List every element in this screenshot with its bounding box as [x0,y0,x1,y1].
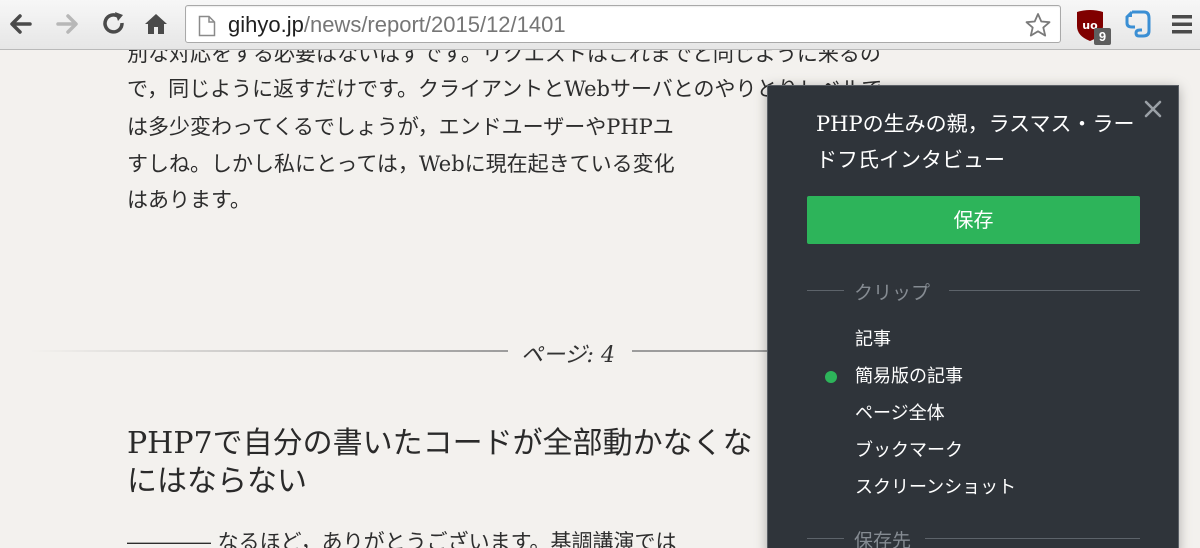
article-line: はあります。 [127,188,251,212]
article-line: すしね。しかし私にとっては，Webに現在起きている変化 [127,152,675,176]
bookmark-star-icon[interactable] [1024,12,1052,38]
page-number-label: ページ: 4 [521,343,615,368]
clip-section-label: クリップ [854,282,931,304]
article-line: ―――― なるほど，ありがとうございます。基調講演では [127,530,677,548]
address-bar[interactable]: gihyo.jp/news/report/2015/12/1401 [185,5,1061,43]
page-separator-left [30,350,508,352]
save-button[interactable]: 保存 [807,196,1140,244]
forward-icon[interactable] [52,8,84,40]
section-divider [807,538,844,539]
back-icon[interactable] [4,8,36,40]
url-host: gihyo.jp [228,12,304,37]
reload-icon[interactable] [98,8,130,40]
clip-option-simplified-article[interactable]: 簡易版の記事 [855,362,963,388]
section-heading: PHP7で自分の書いたコードが全部動かなくな [127,426,753,461]
menu-icon[interactable] [1170,12,1194,36]
page-icon [198,15,216,37]
section-divider [925,538,1140,539]
ublock-badge: 9 [1094,28,1111,45]
section-divider [949,290,1140,291]
clip-option-article[interactable]: 記事 [855,325,891,351]
evernote-clipper-panel: PHPの生みの親，ラスマス・ラードフ氏インタビュー 保存 クリップ 記事 簡易版… [768,86,1178,548]
evernote-icon[interactable] [1124,9,1152,39]
clip-title[interactable]: PHPの生みの親，ラスマス・ラードフ氏インタビュー [816,106,1136,178]
destination-section-label: 保存先 [854,530,912,548]
home-icon[interactable] [140,8,172,40]
url-text: gihyo.jp/news/report/2015/12/1401 [228,12,566,38]
section-heading: にはならない [127,464,307,499]
article-line: は多少変わってくるでしょうが，エンドユーザーやPHPユ [127,115,674,139]
clip-option-full-page[interactable]: ページ全体 [855,399,945,425]
page-separator-right [632,350,772,352]
clip-section-header: クリップ [807,280,1140,304]
close-icon[interactable] [1142,98,1164,120]
destination-section-header: 保存先 [807,528,1140,548]
browser-toolbar: gihyo.jp/news/report/2015/12/1401 uo 9 [0,0,1200,50]
clip-option-screenshot[interactable]: スクリーンショット [855,473,1016,499]
article-line: 別な対応をする必要はないはずです。リクエストはこれまでと同じように来るの [127,50,881,66]
section-divider [807,290,844,291]
selected-dot-icon [825,371,837,383]
clip-option-bookmark[interactable]: ブックマーク [855,436,963,462]
url-path: /news/report/2015/12/1401 [303,12,566,37]
